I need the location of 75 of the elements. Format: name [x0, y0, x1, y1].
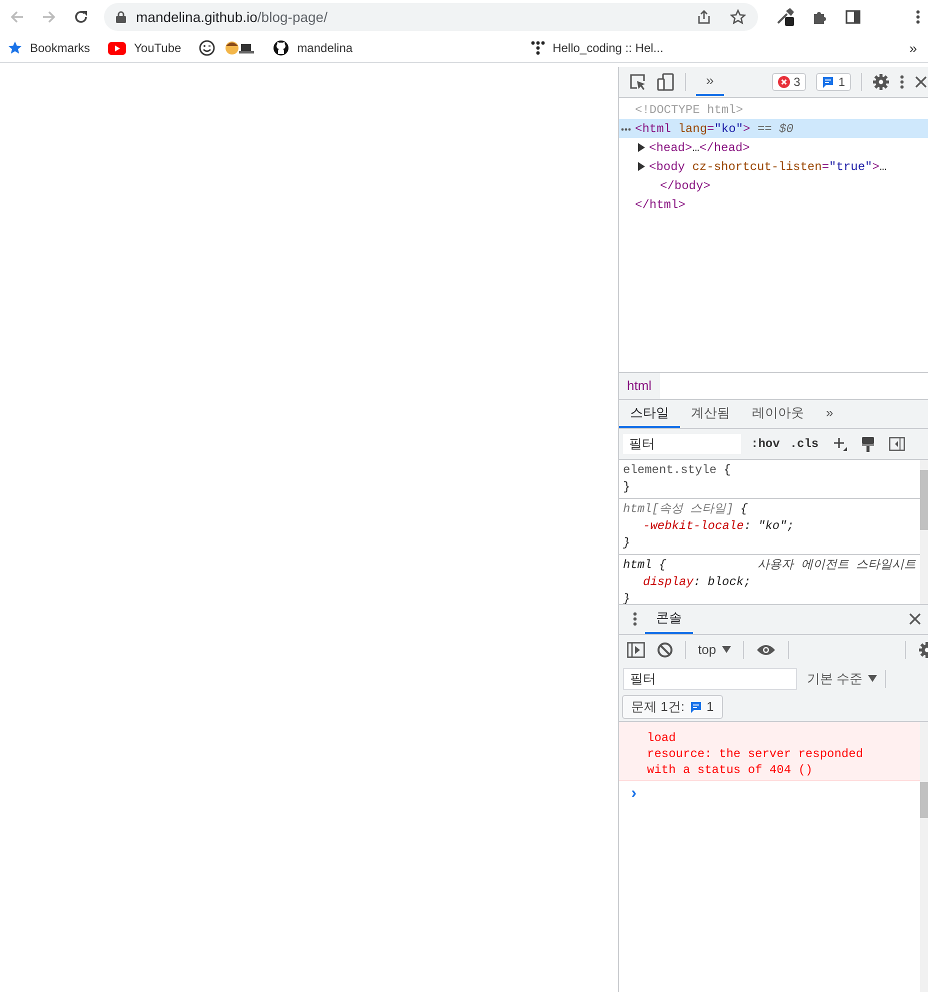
css-declaration: display: block; [642, 574, 752, 590]
dom-node[interactable]: <body cz-shortcut-listen="true">… [619, 157, 928, 176]
closing-tag: </html> [619, 195, 928, 214]
prompt-caret[interactable]: › [629, 784, 639, 802]
brace: } [623, 534, 632, 552]
dots-icon [530, 41, 545, 55]
issues-button[interactable]: 문제 1건: 1 [622, 694, 723, 718]
breadcrumb-item[interactable]: html [619, 372, 660, 398]
styles-tab[interactable]: 계산됨 [680, 400, 741, 428]
dom-node[interactable]: <html lang="ko"> == $0 [619, 119, 928, 138]
css-declaration: -webkit-locale: "ko"; [642, 518, 796, 534]
brace: } [623, 478, 632, 496]
scrollbar[interactable] [920, 722, 928, 992]
filter-field[interactable]: 필터 [623, 668, 797, 690]
rule-source: 사용자 에이전트 스타일시트 [758, 556, 916, 574]
collapsed-triangle-icon[interactable] [638, 162, 645, 171]
star-icon[interactable] [730, 9, 746, 25]
brace: { [658, 556, 666, 574]
bookmark[interactable]: Hello_coding :: Hel... [530, 41, 664, 55]
message-icon [690, 700, 702, 712]
more-tabs-button[interactable]: » [815, 400, 844, 428]
reload-icon[interactable] [73, 9, 89, 25]
scrollbar[interactable] [920, 460, 928, 604]
error-icon [778, 76, 790, 88]
collapsed-triangle-icon[interactable] [638, 143, 645, 152]
css-selector: html [623, 556, 652, 574]
share-icon[interactable] [696, 9, 712, 25]
close-icon[interactable] [914, 75, 928, 89]
more-bookmarks-button[interactable]: » [906, 40, 920, 56]
brace: { [740, 500, 748, 518]
more-icon[interactable] [916, 10, 920, 24]
settings-icon[interactable] [872, 73, 890, 91]
paint-brush-icon[interactable] [860, 436, 875, 452]
url-text: mandelina.github.io/blog-page/ [136, 9, 328, 25]
toggle-button[interactable]: :hov [751, 436, 780, 450]
more-icon[interactable] [900, 75, 904, 89]
eye-icon[interactable] [756, 644, 776, 656]
toggle-button[interactable]: .cls [790, 436, 819, 450]
lock-icon [116, 11, 126, 23]
filter-field[interactable]: 필터 [623, 434, 741, 454]
context-dropdown[interactable]: top [698, 642, 732, 657]
sidebar-toggle-icon[interactable] [888, 436, 905, 450]
error-count-button[interactable]: 3 [772, 73, 806, 91]
smiley-icon[interactable] [199, 40, 216, 56]
css-selector: html[속성 스타일] [623, 500, 734, 518]
add-rule-icon[interactable] [832, 436, 847, 450]
more-icon[interactable] [633, 612, 637, 626]
device-toggle-icon[interactable] [657, 73, 675, 91]
extensions-icon[interactable] [812, 9, 828, 25]
log-level-dropdown[interactable]: 기본 수준 [807, 670, 877, 688]
bookmark[interactable]: Bookmarks [8, 41, 90, 55]
dom-node[interactable]: <head>…</head> [619, 138, 928, 157]
inspect-icon[interactable] [629, 73, 647, 91]
github-icon [273, 40, 290, 56]
clear-console-icon[interactable] [657, 642, 673, 658]
ellipsis-icon[interactable] [621, 128, 631, 131]
brace: { [724, 462, 731, 478]
dropdown-caret-icon [868, 675, 877, 682]
close-icon[interactable] [908, 612, 922, 626]
closing-tag: </body> [619, 176, 928, 195]
dropdown-caret-icon [722, 646, 732, 653]
styles-tab[interactable]: 레이아웃 [741, 400, 815, 428]
bookmark[interactable]: mandelina [273, 40, 353, 56]
console-message: load resource: the server responded with a status of 404 () [647, 730, 864, 778]
star-icon [8, 41, 22, 55]
message-count-button[interactable]: 1 [816, 73, 851, 91]
more-panels-tab[interactable]: » [696, 68, 724, 96]
video-play-icon [108, 42, 126, 54]
sidebar-toggle-icon[interactable] [627, 642, 645, 658]
address-bar[interactable]: mandelina.github.io/blog-page/ [104, 3, 758, 31]
message-icon [822, 76, 834, 88]
person-laptop-icon[interactable] [225, 40, 256, 56]
side-panel-icon[interactable] [845, 9, 861, 25]
css-selector: element.style [623, 462, 717, 478]
bookmark[interactable]: YouTube [108, 41, 182, 55]
